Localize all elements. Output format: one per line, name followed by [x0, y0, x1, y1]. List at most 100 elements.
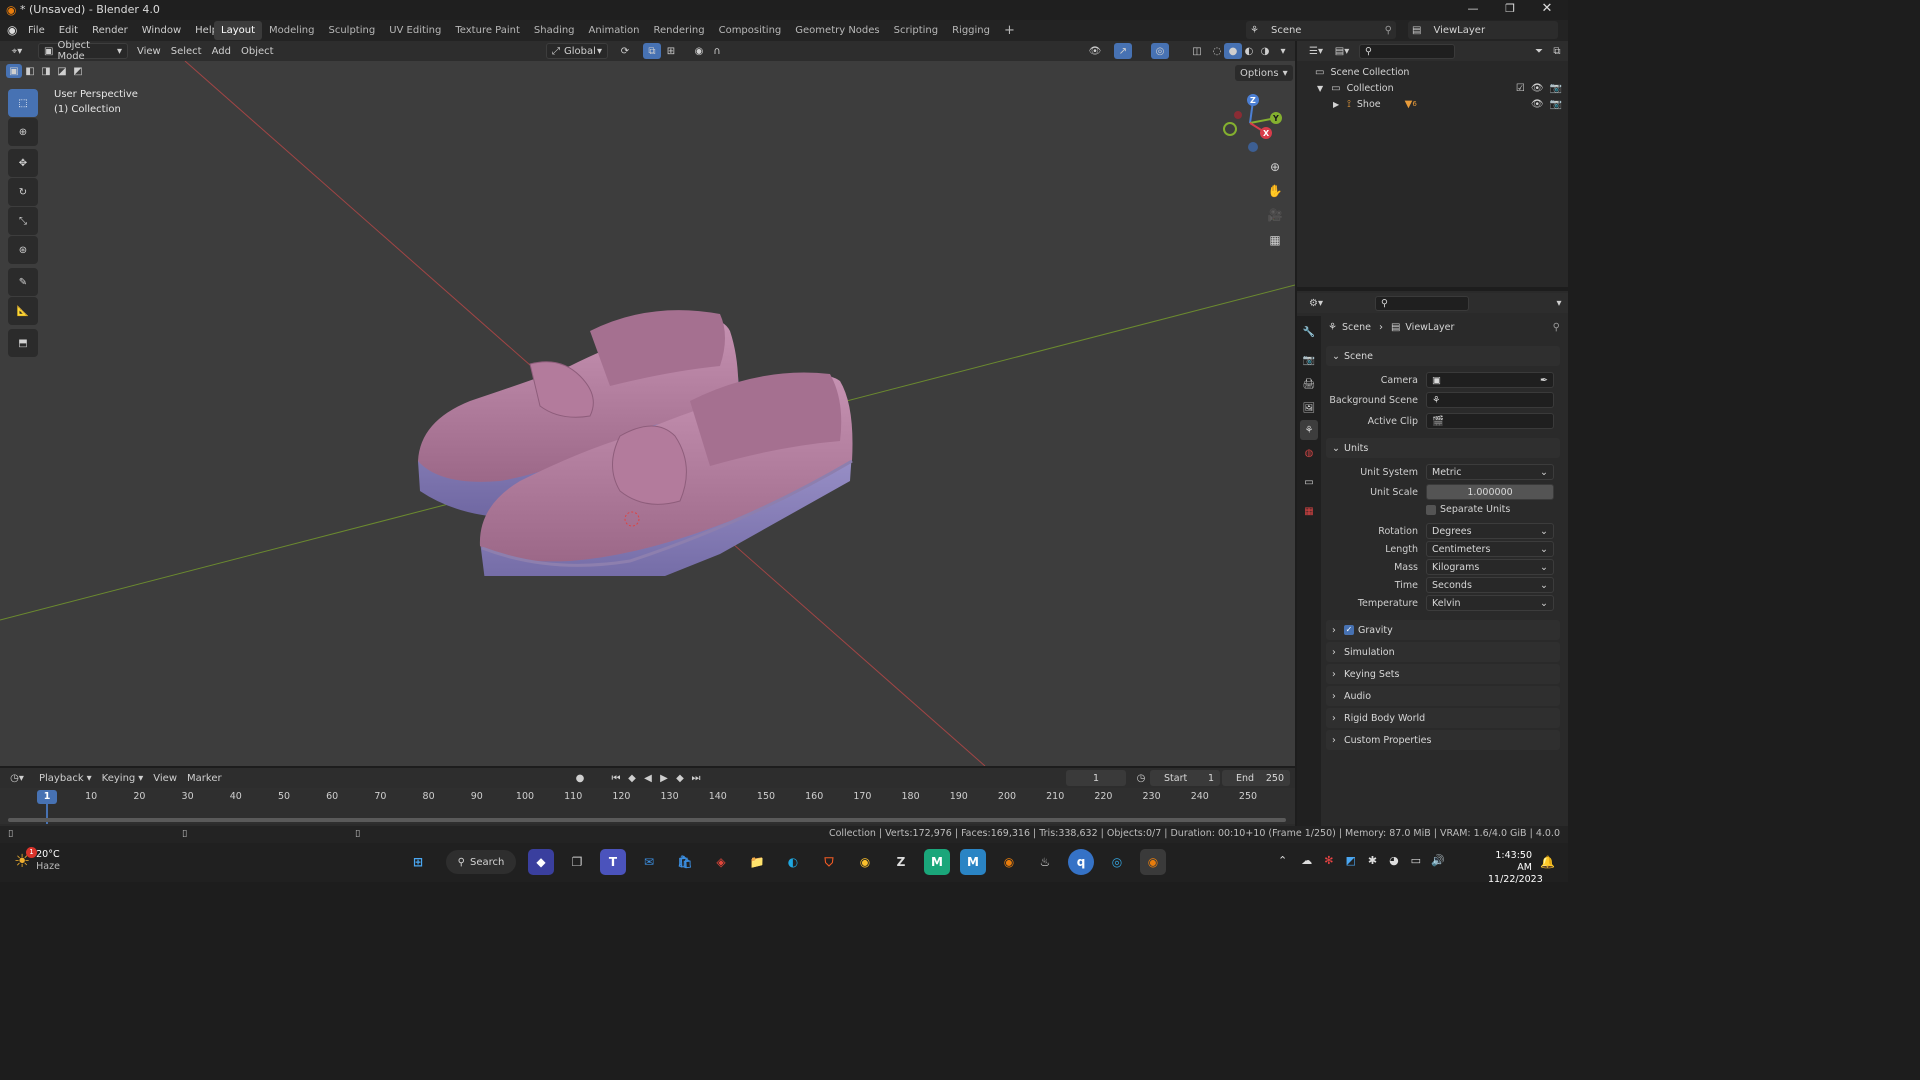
outliner-collection-row[interactable]: ▼ ▭ Collection ☑ 👁 📷 [1317, 81, 1562, 95]
prev-keyframe-icon[interactable]: ◆ [624, 770, 640, 786]
playback-menu[interactable]: Playback ▾ [34, 770, 97, 786]
tab-modeling[interactable]: Modeling [262, 21, 322, 40]
menu-add[interactable]: Add [207, 43, 236, 59]
menu-window[interactable]: Window [135, 20, 188, 41]
zoom-icon[interactable]: ⊕ [1266, 159, 1284, 175]
camera-icon[interactable]: 📷 [1550, 83, 1562, 94]
windows-start-icon[interactable]: ⊞ [405, 849, 431, 875]
measure-tool[interactable]: 📐 [8, 297, 38, 325]
blender-active-icon[interactable]: ◉ [1140, 849, 1166, 875]
falloff-icon[interactable]: ∩ [708, 43, 726, 59]
select-extend-icon[interactable]: ◧ [22, 64, 38, 78]
filter-icon[interactable]: ⏷ [1530, 43, 1548, 59]
units-panel-header[interactable]: ⌄ Units [1326, 438, 1560, 458]
custom-properties-panel-header[interactable]: › Custom Properties [1326, 730, 1560, 750]
tab-scripting[interactable]: Scripting [887, 21, 945, 40]
current-frame-field[interactable]: 1 [1066, 770, 1126, 786]
keying-sets-panel-header[interactable]: › Keying Sets [1326, 664, 1560, 684]
bluetooth-icon[interactable]: ✱ [1368, 854, 1377, 867]
tab-shading[interactable]: Shading [527, 21, 582, 40]
jump-start-icon[interactable]: ⏮ [608, 770, 624, 786]
select-subtract-icon[interactable]: ◨ [38, 64, 54, 78]
blender-launcher-icon[interactable]: ◉ [996, 849, 1022, 875]
viewlayer-selector[interactable]: ▤ ViewLayer [1408, 21, 1558, 39]
eye-icon[interactable]: 👁 [1531, 99, 1544, 110]
timeline-scrollbar[interactable] [8, 818, 1286, 822]
task-view-icon[interactable]: ❐ [564, 849, 590, 875]
office-icon[interactable]: ◈ [708, 849, 734, 875]
expand-arrow-icon[interactable]: ▼ [1317, 84, 1323, 93]
eye-icon[interactable]: 👁 [1531, 83, 1544, 94]
brave-icon[interactable]: ⛉ [816, 849, 842, 875]
tab-sculpting[interactable]: Sculpting [322, 21, 383, 40]
tray-chevron-icon[interactable]: ⌃ [1278, 854, 1287, 867]
menu-file[interactable]: File [21, 20, 52, 41]
simulation-panel-header[interactable]: › Simulation [1326, 642, 1560, 662]
restore-button[interactable]: ❐ [1503, 2, 1517, 15]
eyedropper-icon[interactable]: ✒ [1540, 375, 1548, 386]
next-keyframe-icon[interactable]: ◆ [672, 770, 688, 786]
editor-type-icon[interactable]: ⌖▾ [8, 43, 26, 59]
xray-icon[interactable]: ◫ [1188, 43, 1206, 59]
qbittorrent-icon[interactable]: q [1068, 849, 1094, 875]
move-tool[interactable]: ✥ [8, 149, 38, 177]
rigid-body-world-panel-header[interactable]: › Rigid Body World [1326, 708, 1560, 728]
checkbox-checked-icon[interactable]: ✓ [1344, 625, 1354, 635]
options-dropdown[interactable]: Options ▾ [1235, 65, 1293, 81]
zbrush-icon[interactable]: Z [888, 849, 914, 875]
chevron-down-icon[interactable]: ▾ [1550, 295, 1568, 311]
length-dropdown[interactable]: Centimeters ⌄ [1426, 541, 1554, 557]
app-m-icon[interactable]: M [924, 849, 950, 875]
onedrive-icon[interactable]: ☁ [1301, 854, 1312, 867]
tab-compositing[interactable]: Compositing [712, 21, 789, 40]
start-frame-field[interactable]: Start 1 [1150, 770, 1220, 786]
3d-viewport[interactable]: ▣ ◧ ◨ ◪ ◩ ⬚ ⊕ ✥ ↻ ⤡ ⊛ ✎ 📐 ⬒ User Perspec… [0, 61, 1295, 766]
checkbox-icon[interactable]: ☑ [1516, 83, 1525, 94]
checkbox-unchecked-icon[interactable] [1426, 504, 1436, 515]
clock-icon[interactable]: ◷ [1132, 770, 1150, 786]
scene-panel-header[interactable]: ⌄ Scene [1326, 346, 1560, 366]
add-workspace-button[interactable]: + [997, 21, 1022, 40]
transform-tool[interactable]: ⊛ [8, 236, 38, 264]
mode-dropdown[interactable]: ▣ Object Mode ▾ [38, 40, 128, 62]
pivot-icon[interactable]: ⟳ [616, 43, 634, 59]
menu-edit[interactable]: Edit [52, 20, 85, 41]
view-layer-tab-icon[interactable]: 🖼 [1300, 398, 1318, 418]
rotate-tool[interactable]: ↻ [8, 178, 38, 206]
background-scene-field[interactable]: ⚘ [1426, 392, 1554, 408]
menu-view[interactable]: View [132, 43, 166, 59]
select-box-tool[interactable]: ⬚ [8, 89, 38, 117]
output-tab-icon[interactable]: 🖨 [1300, 374, 1318, 394]
proportional-edit-icon[interactable]: ◉ [690, 43, 708, 59]
app-blue-icon[interactable]: ◎ [1104, 849, 1130, 875]
display-mode-icon[interactable]: ▤▾ [1333, 43, 1351, 59]
new-collection-icon[interactable]: ⧉ [1548, 43, 1566, 59]
clock-widget[interactable]: 1:43:50 AM 11/22/2023 [1488, 850, 1543, 886]
tab-uv-editing[interactable]: UV Editing [382, 21, 448, 40]
blender-menu-icon[interactable]: ◉ [7, 23, 17, 37]
outliner-scene-collection[interactable]: ▭ Scene Collection [1315, 65, 1409, 79]
close-button[interactable]: ✕ [1540, 1, 1554, 16]
timeline-view-menu[interactable]: View [148, 770, 182, 786]
tab-layout[interactable]: Layout [214, 21, 262, 40]
minimize-button[interactable]: — [1466, 2, 1480, 15]
camera-view-icon[interactable]: 🎥 [1266, 207, 1284, 223]
properties-search-input[interactable]: ⚲ [1375, 295, 1469, 311]
tray-app-icon[interactable]: ✻ [1324, 854, 1333, 867]
mail-icon[interactable]: ✉ [636, 849, 662, 875]
cursor-tool[interactable]: ⊕ [8, 118, 38, 146]
orientation-dropdown[interactable]: ⤢ Global ▾ [546, 43, 608, 59]
volume-icon[interactable]: 🔊 [1431, 854, 1445, 867]
chrome-icon[interactable]: ◉ [852, 849, 878, 875]
keying-menu[interactable]: Keying ▾ [97, 770, 149, 786]
play-reverse-icon[interactable]: ◀ [640, 770, 656, 786]
snap-target-icon[interactable]: ⊞ [662, 43, 680, 59]
active-clip-field[interactable]: 🎬 [1426, 413, 1554, 429]
scene-selector[interactable]: ⚘ Scene ⚲ [1246, 21, 1396, 39]
camera-icon[interactable]: 📷 [1550, 99, 1562, 110]
scale-tool[interactable]: ⤡ [8, 207, 38, 235]
outliner-object-row[interactable]: ▶ ⟟ Shoe ▼ 6 👁 📷 [1333, 97, 1562, 111]
audio-panel-header[interactable]: › Audio [1326, 686, 1560, 706]
unit-system-dropdown[interactable]: Metric ⌄ [1426, 464, 1554, 480]
annotate-tool[interactable]: ✎ [8, 268, 38, 296]
